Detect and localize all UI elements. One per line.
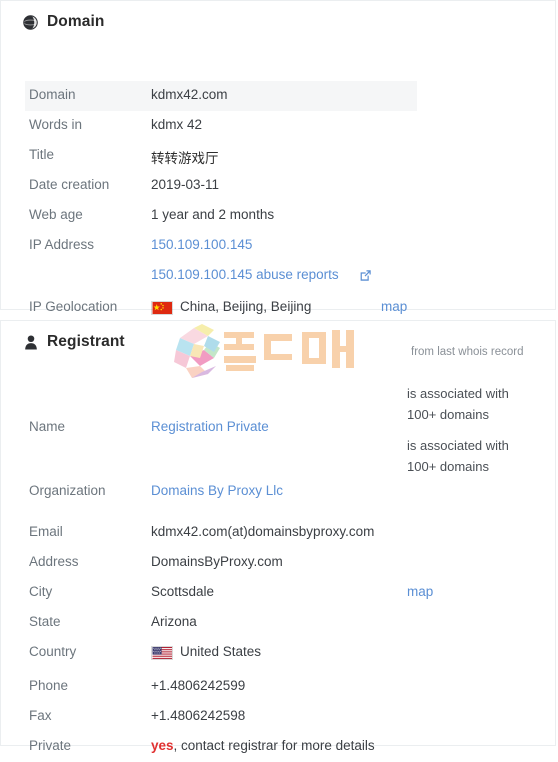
- row-value-city: Scottsdale: [151, 584, 214, 599]
- whois-source-note: from last whois record: [411, 346, 523, 358]
- row-value-web-age: 1 year and 2 months: [151, 207, 274, 222]
- table-row: Date creation 2019-03-11: [1, 171, 557, 201]
- row-label-ip-address: IP Address: [29, 237, 94, 252]
- row-label-fax: Fax: [29, 708, 52, 723]
- row-value-address: DomainsByProxy.com: [151, 554, 283, 569]
- row-value-words-in: kdmx 42: [151, 117, 202, 132]
- globe-icon: [23, 15, 38, 30]
- table-row: IP Address 150.109.100.145: [1, 231, 557, 261]
- table-row: Domain kdmx42.com: [1, 81, 557, 111]
- registrant-name-link[interactable]: Registration Private: [151, 419, 269, 434]
- table-row: Private yes, contact registrar for more …: [1, 732, 557, 762]
- row-value-state: Arizona: [151, 614, 197, 629]
- cn-flag-icon: [151, 301, 173, 315]
- row-label-email: Email: [29, 524, 63, 539]
- ip-address-link[interactable]: 150.109.100.145: [151, 237, 252, 252]
- us-flag-icon: [151, 646, 173, 660]
- table-row: IP Geolocation China, Beijing, Beijing m…: [1, 293, 557, 323]
- table-row: City Scottsdale map: [1, 578, 557, 608]
- row-label-country: Country: [29, 644, 76, 659]
- row-label-state: State: [29, 614, 61, 629]
- table-row: Fax +1.4806242598: [1, 702, 557, 732]
- assoc-note-org-line2: 100+ domains: [407, 456, 489, 477]
- row-label-organization: Organization: [29, 483, 106, 498]
- table-row: Title 转转游戏厅: [1, 141, 557, 171]
- row-label-phone: Phone: [29, 678, 68, 693]
- table-row: Words in kdmx 42: [1, 111, 557, 141]
- row-value-ip-geolocation: China, Beijing, Beijing: [180, 299, 311, 314]
- row-value-domain: kdmx42.com: [151, 87, 228, 102]
- row-label-words-in: Words in: [29, 117, 82, 132]
- external-link-icon[interactable]: [359, 269, 372, 282]
- table-row: Web age 1 year and 2 months: [1, 201, 557, 231]
- assoc-note-name-line1: is associated with: [407, 383, 509, 404]
- map-link-geolocation[interactable]: map: [381, 299, 407, 314]
- row-value-title: 转转游戏厅: [151, 147, 219, 167]
- domain-card-header: Domain: [1, 1, 555, 31]
- row-value-fax: +1.4806242598: [151, 708, 245, 723]
- row-value-email: kdmx42.com(at)domainsbyproxy.com: [151, 524, 374, 539]
- row-label-city: City: [29, 584, 52, 599]
- row-value-country: United States: [180, 644, 261, 659]
- row-label-domain: Domain: [29, 87, 76, 102]
- row-label-title: Title: [29, 147, 54, 162]
- row-label-date-creation: Date creation: [29, 177, 109, 192]
- row-label-address: Address: [29, 554, 79, 569]
- registrant-organization-link[interactable]: Domains By Proxy Llc: [151, 483, 283, 498]
- table-row: State Arizona: [1, 608, 557, 638]
- table-row: Country: [1, 638, 557, 668]
- table-row: 150.109.100.145 abuse reports: [1, 261, 557, 291]
- domain-info-card: Domain Domain kdmx42.com Words in kdmx 4…: [0, 0, 556, 310]
- row-value-phone: +1.4806242599: [151, 678, 245, 693]
- table-row: Organization Domains By Proxy Llc: [1, 477, 557, 507]
- row-value-date-creation: 2019-03-11: [151, 177, 219, 192]
- abuse-reports-link[interactable]: 150.109.100.145 abuse reports: [151, 267, 339, 282]
- assoc-note-name-line2: 100+ domains: [407, 404, 489, 425]
- map-link-city[interactable]: map: [407, 584, 433, 599]
- row-label-web-age: Web age: [29, 207, 83, 222]
- domain-card-title: Domain: [47, 13, 104, 31]
- registrant-card-title: Registrant: [47, 333, 125, 351]
- user-icon: [23, 335, 38, 350]
- row-label-name: Name: [29, 419, 65, 434]
- row-label-ip-geolocation: IP Geolocation: [29, 299, 117, 314]
- table-row: Email kdmx42.com(at)domainsbyproxy.com: [1, 518, 557, 548]
- registrant-info-card: Registrant from last whois record Name R…: [0, 320, 556, 746]
- table-row: Phone +1.4806242599: [1, 672, 557, 702]
- assoc-note-org-line1: is associated with: [407, 435, 509, 456]
- table-row: Address DomainsByProxy.com: [1, 548, 557, 578]
